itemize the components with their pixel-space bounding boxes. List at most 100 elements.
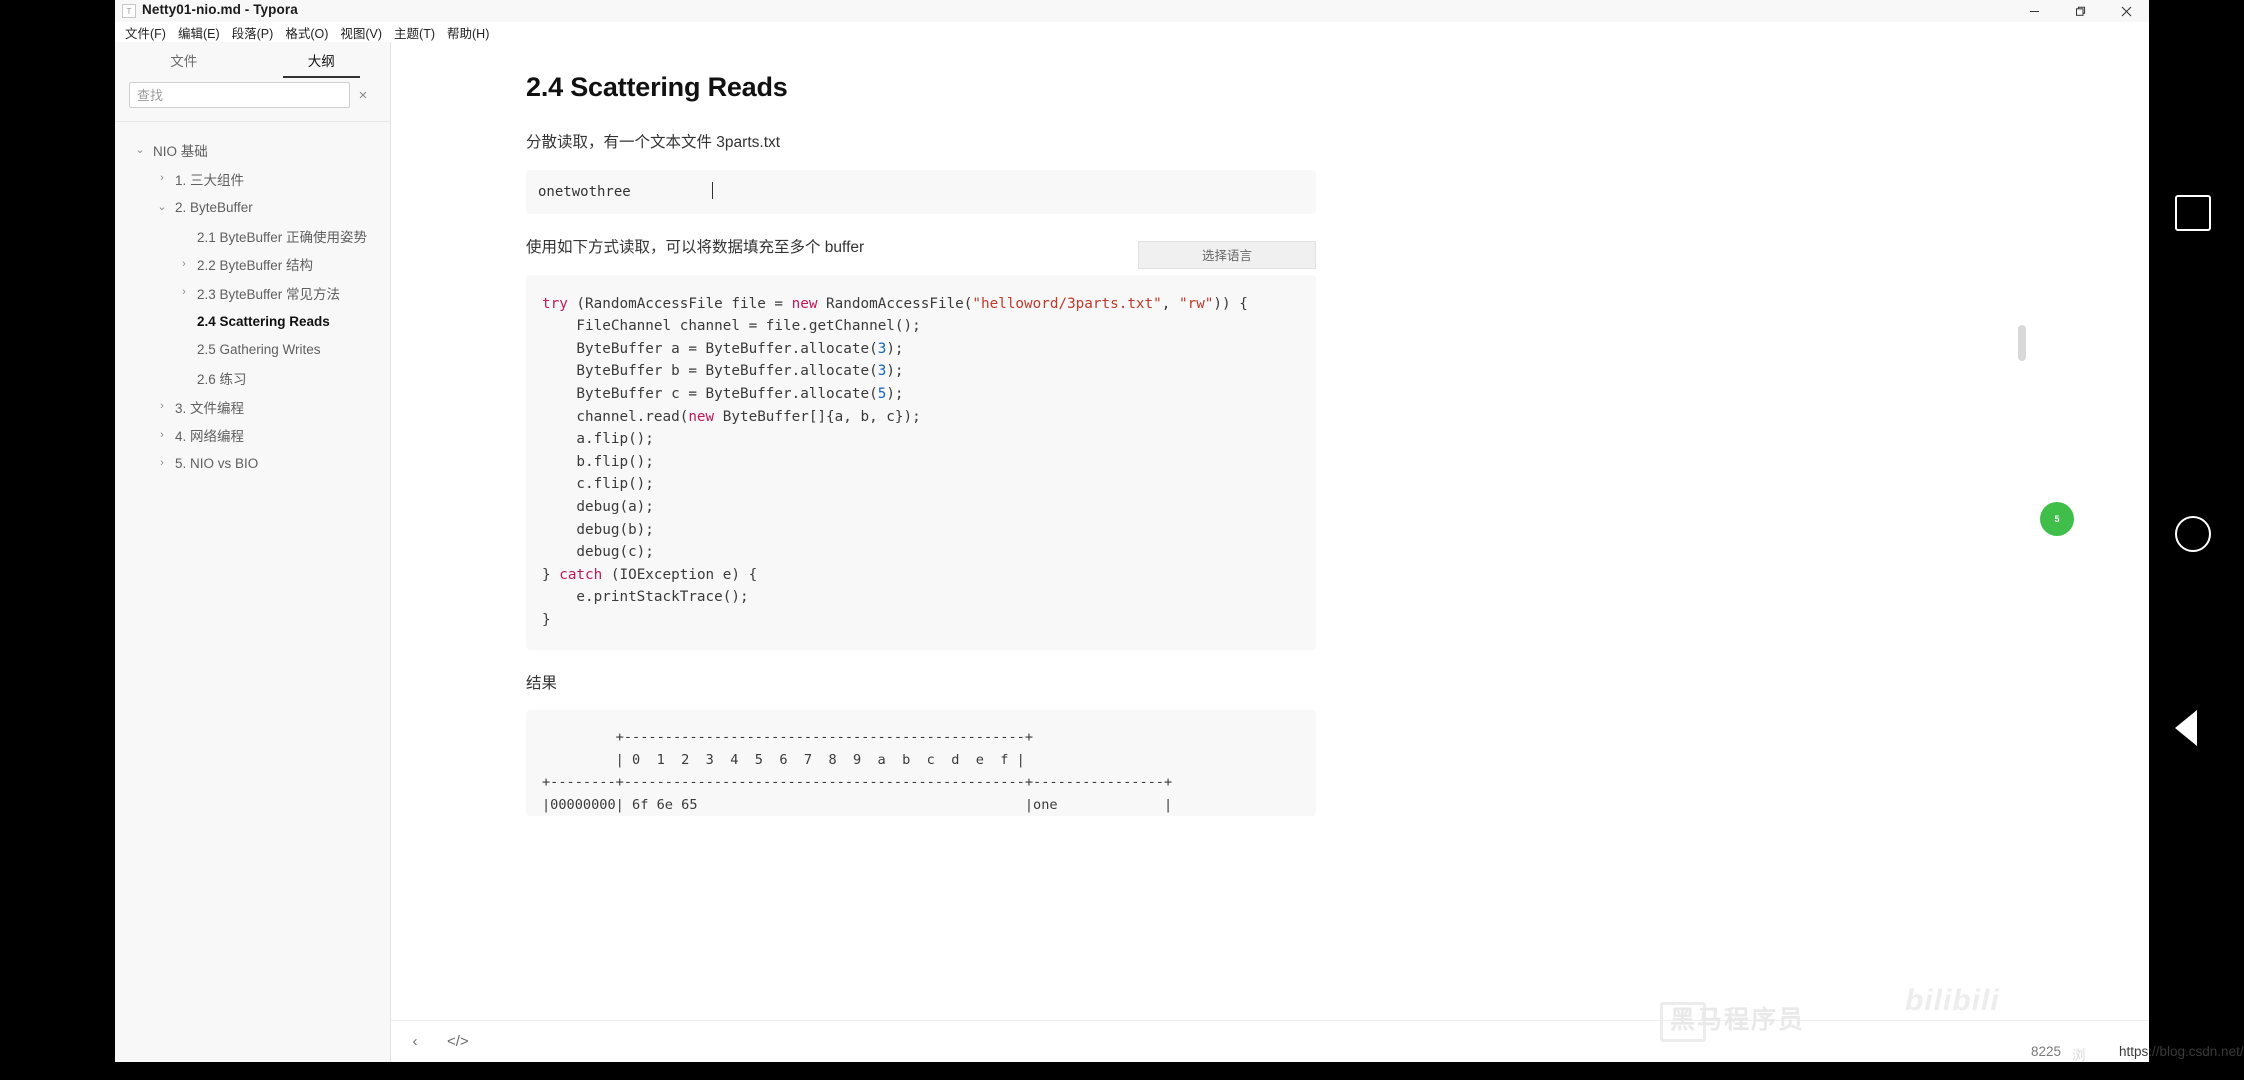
outline-item-5[interactable]: › 2.3 ByteBuffer 常见方法 xyxy=(115,279,390,308)
outline-item-label: 2.5 Gathering Writes xyxy=(197,342,321,358)
window-controls xyxy=(2011,0,2149,22)
code-token: c.flip(); xyxy=(542,476,654,493)
chevron-right-icon[interactable]: › xyxy=(155,401,169,412)
hex-line-0: +---------------------------------------… xyxy=(542,729,1034,746)
menu-item-6[interactable]: 帮助(H) xyxy=(441,22,495,43)
outline-item-6[interactable]: ›2.4 Scattering Reads xyxy=(115,307,390,336)
code-line-5: channel.read(new ByteBuffer[]{a, b, c}); xyxy=(542,406,1300,429)
sidebar-search-row: × xyxy=(115,78,390,112)
code-token: } xyxy=(542,611,551,628)
back-button[interactable]: ‹ xyxy=(405,1033,425,1050)
code-line-0: try (RandomAccessFile file = new RandomA… xyxy=(542,293,1300,316)
code-line-3: ByteBuffer b = ByteBuffer.allocate(3); xyxy=(542,360,1300,383)
code-line-4: ByteBuffer c = ByteBuffer.allocate(5); xyxy=(542,383,1300,406)
code-content[interactable]: try (RandomAccessFile file = new RandomA… xyxy=(526,275,1316,650)
outline-item-0[interactable]: ⌄ NIO 基础 xyxy=(115,136,390,165)
status-bar: ‹ </> xyxy=(391,1020,2149,1062)
menu-item-4[interactable]: 视图(V) xyxy=(334,22,388,43)
title-bar: T Netty01-nio.md - Typora xyxy=(115,0,2149,22)
close-button[interactable] xyxy=(2103,0,2149,22)
floating-badge[interactable]: 5 xyxy=(2040,502,2074,536)
code-token: ); xyxy=(886,340,904,357)
sidebar-tab-1[interactable]: 大纲 xyxy=(253,42,391,78)
code-line-11: debug(c); xyxy=(542,541,1300,564)
outline-item-2[interactable]: ⌄ 2. ByteBuffer xyxy=(115,193,390,222)
text-cursor xyxy=(712,181,713,199)
minimize-icon xyxy=(2029,10,2039,12)
chevron-right-icon[interactable]: › xyxy=(155,173,169,184)
outline-item-4[interactable]: › 2.2 ByteBuffer 结构 xyxy=(115,250,390,279)
chevron-down-icon[interactable]: ⌄ xyxy=(133,144,147,156)
square-icon[interactable] xyxy=(2175,195,2211,231)
code-token: ByteBuffer b = ByteBuffer.allocate( xyxy=(542,363,878,380)
code-line-7: b.flip(); xyxy=(542,451,1300,474)
editor-pane[interactable]: 2.4 Scattering Reads 分散读取，有一个文本文件 3parts… xyxy=(391,42,2149,1062)
source-code-toggle[interactable]: </> xyxy=(447,1033,469,1050)
letterbox-bottom xyxy=(0,1062,2244,1080)
code-line-12: } catch (IOException e) { xyxy=(542,564,1300,587)
outline-item-1[interactable]: › 1. 三大组件 xyxy=(115,165,390,194)
java-code-block[interactable]: 选择语言 try (RandomAccessFile file = new Ra… xyxy=(526,240,1316,650)
code-token: debug(a); xyxy=(542,498,654,515)
hex-line-1: | 0 1 2 3 4 5 6 7 8 9 a b c d e f | xyxy=(542,751,1025,768)
code-line-10: debug(b); xyxy=(542,519,1300,542)
code-token: b.flip(); xyxy=(542,453,654,470)
window-title: Netty01-nio.md - Typora xyxy=(142,2,298,17)
chevron-down-icon[interactable]: ⌄ xyxy=(155,201,169,213)
menu-item-3[interactable]: 格式(O) xyxy=(279,22,334,43)
menu-item-2[interactable]: 段落(P) xyxy=(226,22,280,43)
outline-item-9[interactable]: › 3. 文件编程 xyxy=(115,393,390,422)
menu-item-1[interactable]: 编辑(E) xyxy=(172,22,226,43)
code-token: new xyxy=(688,408,715,425)
circle-icon[interactable] xyxy=(2175,516,2211,552)
restore-icon xyxy=(2075,6,2085,16)
code-token: ); xyxy=(886,363,904,380)
document-scroll: 2.4 Scattering Reads 分散读取，有一个文本文件 3parts… xyxy=(391,42,2149,1020)
scrollbar-thumb[interactable] xyxy=(2018,325,2026,361)
hex-output-block[interactable]: +---------------------------------------… xyxy=(526,710,1316,817)
view-counter: 8225 xyxy=(2031,1044,2062,1059)
outline-item-label: 2.2 ByteBuffer 结构 xyxy=(197,258,314,274)
code-token: debug(b); xyxy=(542,521,654,538)
chevron-right-icon[interactable]: › xyxy=(177,258,191,270)
outline-tree: ⌄ NIO 基础 ›1. 三大组件⌄2. ByteBuffer›2.1 ByteBu… xyxy=(115,122,390,478)
restore-button[interactable] xyxy=(2057,0,2103,22)
code-token: "helloword/3parts.txt" xyxy=(972,295,1162,312)
outline-item-10[interactable]: › 4. 网络编程 xyxy=(115,421,390,450)
chevron-right-icon[interactable]: › xyxy=(177,287,191,298)
code-token: (RandomAccessFile file = xyxy=(567,295,792,312)
clear-search-icon[interactable]: × xyxy=(350,82,376,108)
search-input[interactable] xyxy=(129,82,350,108)
outline-item-label: 2.4 Scattering Reads xyxy=(197,313,330,329)
outline-item-7[interactable]: ›2.5 Gathering Writes xyxy=(115,336,390,365)
code-token: (IOException e) { xyxy=(602,566,758,583)
counter-suffix: 浏 xyxy=(2072,1048,2086,1063)
csdn-url-watermark: https://blog.csdn.net/BOWWOB xyxy=(2119,1044,2244,1059)
paragraph-result: 结果 xyxy=(526,674,558,692)
outline-item-label: 2.6 练习 xyxy=(197,372,247,388)
menu-item-5[interactable]: 主题(T) xyxy=(388,22,441,43)
file-preview-block[interactable]: onetwothree xyxy=(526,169,1316,214)
code-line-13: e.printStackTrace(); xyxy=(542,586,1300,609)
hex-line-3: |00000000| 6f 6e 65 |one | xyxy=(542,796,1173,813)
play-back-icon[interactable] xyxy=(2175,710,2197,746)
outline-item-11[interactable]: › 5. NIO vs BIO xyxy=(115,450,390,479)
hex-line-2: +--------+------------------------------… xyxy=(542,774,1173,791)
minimize-button[interactable] xyxy=(2011,0,2057,22)
outline-item-8[interactable]: ›2.6 练习 xyxy=(115,364,390,393)
chevron-right-icon[interactable]: › xyxy=(155,429,169,441)
app-icon: T xyxy=(122,4,136,18)
code-token: debug(c); xyxy=(542,544,654,561)
outline-item-3[interactable]: ›2.1 ByteBuffer 正确使用姿势 xyxy=(115,222,390,251)
code-token: ByteBuffer[]{a, b, c}); xyxy=(714,408,921,425)
sidebar-tab-0[interactable]: 文件 xyxy=(115,42,253,78)
language-picker[interactable]: 选择语言 xyxy=(1138,240,1316,269)
outline-item-label: NIO 基础 xyxy=(153,144,208,160)
menu-item-0[interactable]: 文件(F) xyxy=(119,22,172,43)
code-token: new xyxy=(791,295,818,312)
code-token: e.printStackTrace(); xyxy=(542,589,749,606)
file-preview-text: onetwothree xyxy=(538,183,631,200)
close-icon xyxy=(2121,6,2131,16)
system-nav-overlay xyxy=(2149,0,2244,1080)
chevron-right-icon[interactable]: › xyxy=(155,458,169,469)
